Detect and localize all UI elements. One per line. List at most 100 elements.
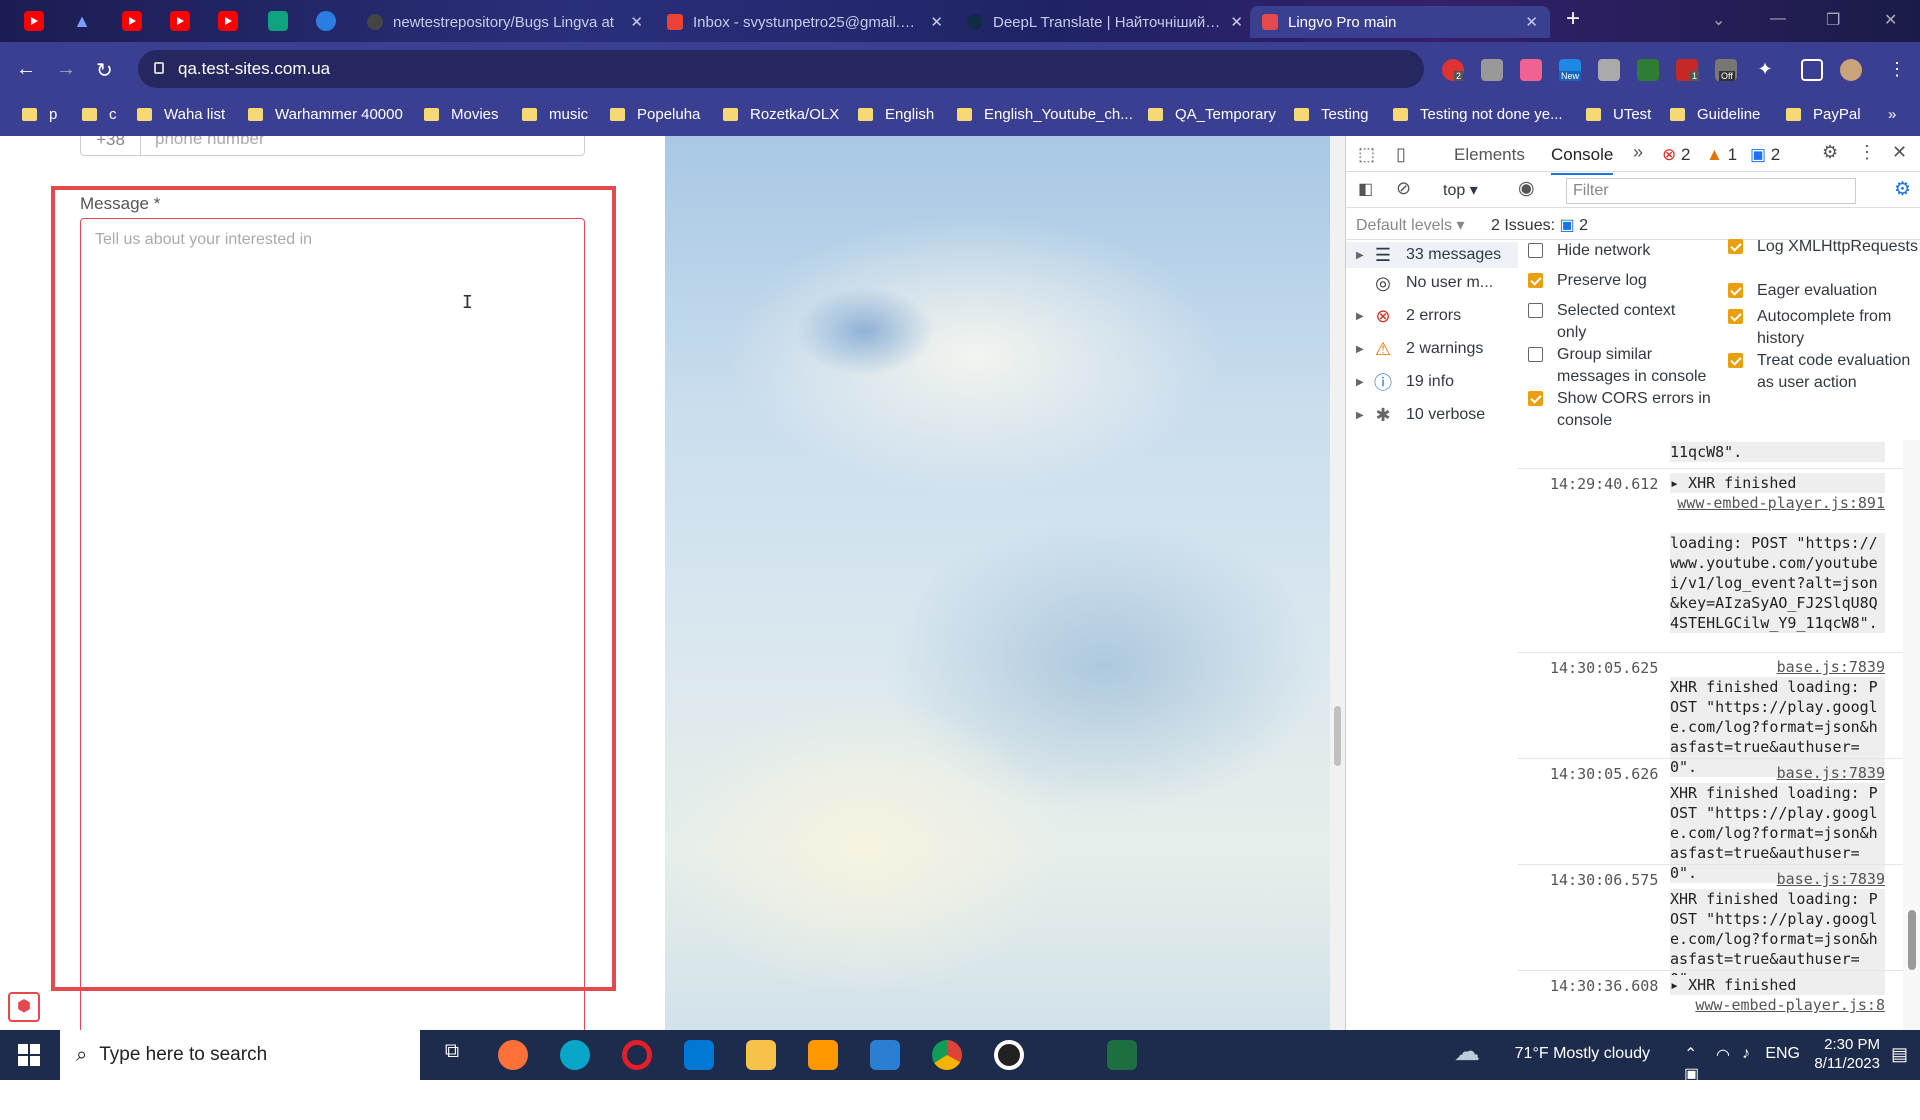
sidebar-item-user[interactable]: ◎ No user m... (1356, 270, 1493, 296)
sheet-extension-icon[interactable] (1637, 59, 1659, 81)
youtube-icon[interactable] (122, 11, 142, 31)
hide-network-checkbox[interactable]: Hide network (1528, 240, 1708, 262)
menu-dots-icon[interactable]: ⋮ (1886, 59, 1908, 81)
preserve-log-checkbox[interactable]: Preserve log (1528, 270, 1708, 292)
tab-elements[interactable]: Elements (1454, 145, 1525, 165)
issues-count-badge[interactable]: ▣ 2 (1750, 145, 1780, 165)
log-source-link[interactable]: www-embed-player.js:8 (1670, 995, 1885, 1015)
adblock-extension-icon[interactable]: 2 (1442, 59, 1464, 81)
log-xhr-checkbox[interactable]: Log XMLHttpRequests (1728, 236, 1918, 258)
bookmark-item[interactable]: music (522, 106, 588, 123)
off-extension-icon[interactable]: Off (1715, 59, 1737, 81)
taskbar-search[interactable]: ⌕ Type here to search (60, 1030, 420, 1080)
sidebar-item-warnings[interactable]: ▶ ⚠ 2 warnings (1356, 336, 1483, 362)
file-explorer-icon[interactable] (746, 1040, 776, 1070)
notifications-icon[interactable]: ▤ (1891, 1044, 1908, 1065)
treat-eval-checkbox[interactable]: Treat code evaluation as user action (1728, 350, 1918, 394)
windows-start-icon[interactable] (18, 1044, 40, 1066)
youtube-icon[interactable] (218, 11, 238, 31)
error-count-badge[interactable]: ⊗ 2 (1662, 145, 1690, 165)
context-select[interactable]: top ▾ (1443, 180, 1478, 200)
url-bar[interactable]: qa.test-sites.com.ua (138, 50, 1424, 88)
circle-app-icon[interactable] (316, 11, 336, 31)
message-textarea[interactable]: Tell us about your interested in (80, 218, 585, 1030)
eye-icon[interactable]: ◉ (1518, 177, 1535, 200)
autocomplete-checkbox[interactable]: Autocomplete from history (1728, 306, 1918, 350)
log-source-link[interactable]: base.js:7839 (1670, 763, 1885, 783)
new-extension-icon[interactable]: New (1559, 59, 1582, 81)
store-icon[interactable] (684, 1040, 714, 1070)
firefox-icon[interactable] (498, 1040, 528, 1070)
bookmark-item[interactable]: Guideline (1670, 106, 1760, 123)
bookmark-item[interactable]: English (858, 106, 934, 123)
log-source-link[interactable]: base.js:7839 (1670, 869, 1885, 889)
tab-console[interactable]: Console (1551, 145, 1614, 175)
maximize-button[interactable]: ❐ (1826, 10, 1840, 30)
close-icon[interactable]: ✕ (1892, 142, 1907, 163)
calendar-extension-icon[interactable]: 1 (1676, 59, 1700, 81)
tray-icons[interactable]: ⌃ ▣ ◙ ▬ (1684, 1044, 1700, 1120)
bookmark-item[interactable]: Rozetka/OLX (723, 106, 839, 123)
tab-search-icon[interactable]: ⌄ (1712, 10, 1725, 30)
console-scrollbar[interactable] (1903, 440, 1920, 1030)
weather-text[interactable]: 71°F Mostly cloudy (1515, 1045, 1650, 1063)
close-icon[interactable]: ✕ (930, 13, 943, 31)
volume-icon[interactable]: ♪ (1742, 1045, 1750, 1063)
sidebar-item-info[interactable]: ▶ ⓘ 19 info (1356, 369, 1454, 395)
page-scrollbar[interactable] (1330, 136, 1345, 1030)
sublime-icon[interactable] (808, 1040, 838, 1070)
levels-dropdown[interactable]: Default levels ▾ (1356, 215, 1465, 235)
clear-console-icon[interactable]: ⊘ (1396, 178, 1411, 199)
bookmark-item[interactable]: p (22, 106, 57, 123)
inspect-icon[interactable]: ⬚ (1358, 144, 1375, 165)
laravel-debug-icon[interactable]: ⬢ (8, 992, 40, 1022)
wifi-icon[interactable]: ◠ (1716, 1045, 1730, 1065)
bookmark-item[interactable]: Warhammer 40000 (248, 106, 403, 123)
edge-icon[interactable] (560, 1040, 590, 1070)
selected-context-checkbox[interactable]: Selected context only (1528, 300, 1708, 344)
sidebar-item-errors[interactable]: ▶ ⊗ 2 errors (1356, 303, 1461, 329)
eager-eval-checkbox[interactable]: Eager evaluation (1728, 280, 1918, 302)
sidebar-toggle-icon[interactable]: ◧ (1358, 179, 1373, 199)
issues-button[interactable]: 2 Issues: ▣ 2 (1491, 215, 1588, 235)
recorder-icon[interactable] (994, 1040, 1024, 1070)
opera-icon[interactable] (622, 1040, 652, 1070)
bookmark-item[interactable]: Popeluha (610, 106, 700, 123)
console-settings-icon[interactable]: ⚙ (1894, 178, 1911, 201)
show-cors-checkbox[interactable]: Show CORS errors in console (1528, 388, 1718, 432)
tab-deepl[interactable]: DeepL Translate | Найточніший перекладач… (955, 6, 1255, 38)
device-toggle-icon[interactable]: ▯ (1396, 144, 1406, 165)
tab-github[interactable]: newtestrepository/Bugs Lingva at ✕ (355, 6, 655, 38)
language-indicator[interactable]: ENG (1765, 1045, 1800, 1063)
bookmark-item[interactable]: Testing not done ye... (1393, 106, 1563, 123)
camera-extension-icon[interactable] (1481, 59, 1503, 81)
bookmark-item[interactable]: Movies (424, 106, 499, 123)
side-panel-icon[interactable] (1801, 59, 1823, 81)
sidebar-item-verbose[interactable]: ▶ ✱ 10 verbose (1356, 402, 1485, 428)
bookmark-item[interactable]: c (82, 106, 117, 123)
warning-count-badge[interactable]: ▲ 1 (1706, 145, 1737, 165)
bookmark-item[interactable]: QA_Temporary (1148, 106, 1276, 123)
close-icon[interactable]: ✕ (1230, 13, 1243, 31)
avatar[interactable] (1840, 59, 1862, 81)
chrome-icon[interactable] (932, 1040, 962, 1070)
more-tabs-icon[interactable]: » (1633, 142, 1643, 163)
puzzle-extension-icon[interactable] (1598, 59, 1620, 81)
minimize-button[interactable]: — (1770, 10, 1786, 28)
sidebar-item-messages[interactable]: ▶ ☰ 33 messages (1346, 242, 1518, 268)
clock[interactable]: 2:30 PM 8/11/2023 (1814, 1035, 1880, 1073)
tab-lingvo[interactable]: Lingvo Pro main ✕ (1250, 6, 1550, 38)
log-source-link[interactable]: base.js:7839 (1670, 657, 1885, 677)
menu-dots-icon[interactable]: ⋮ (1858, 142, 1876, 163)
extensions-puzzle-icon[interactable]: ✦ (1754, 59, 1776, 81)
vscode-icon[interactable] (870, 1040, 900, 1070)
bookmark-item[interactable]: English_Youtube_ch... (957, 106, 1133, 123)
youtube-icon[interactable] (170, 11, 190, 31)
bookmark-item[interactable]: UTest (1586, 106, 1651, 123)
phone-field[interactable]: +38 phone number (80, 136, 585, 156)
close-icon[interactable]: ✕ (630, 13, 643, 31)
forward-icon[interactable]: → (56, 58, 76, 81)
excel-icon[interactable] (1107, 1040, 1137, 1070)
triangle-logo-icon[interactable]: ▲ (72, 11, 92, 31)
settings-gear-icon[interactable]: ⚙ (1822, 142, 1838, 163)
